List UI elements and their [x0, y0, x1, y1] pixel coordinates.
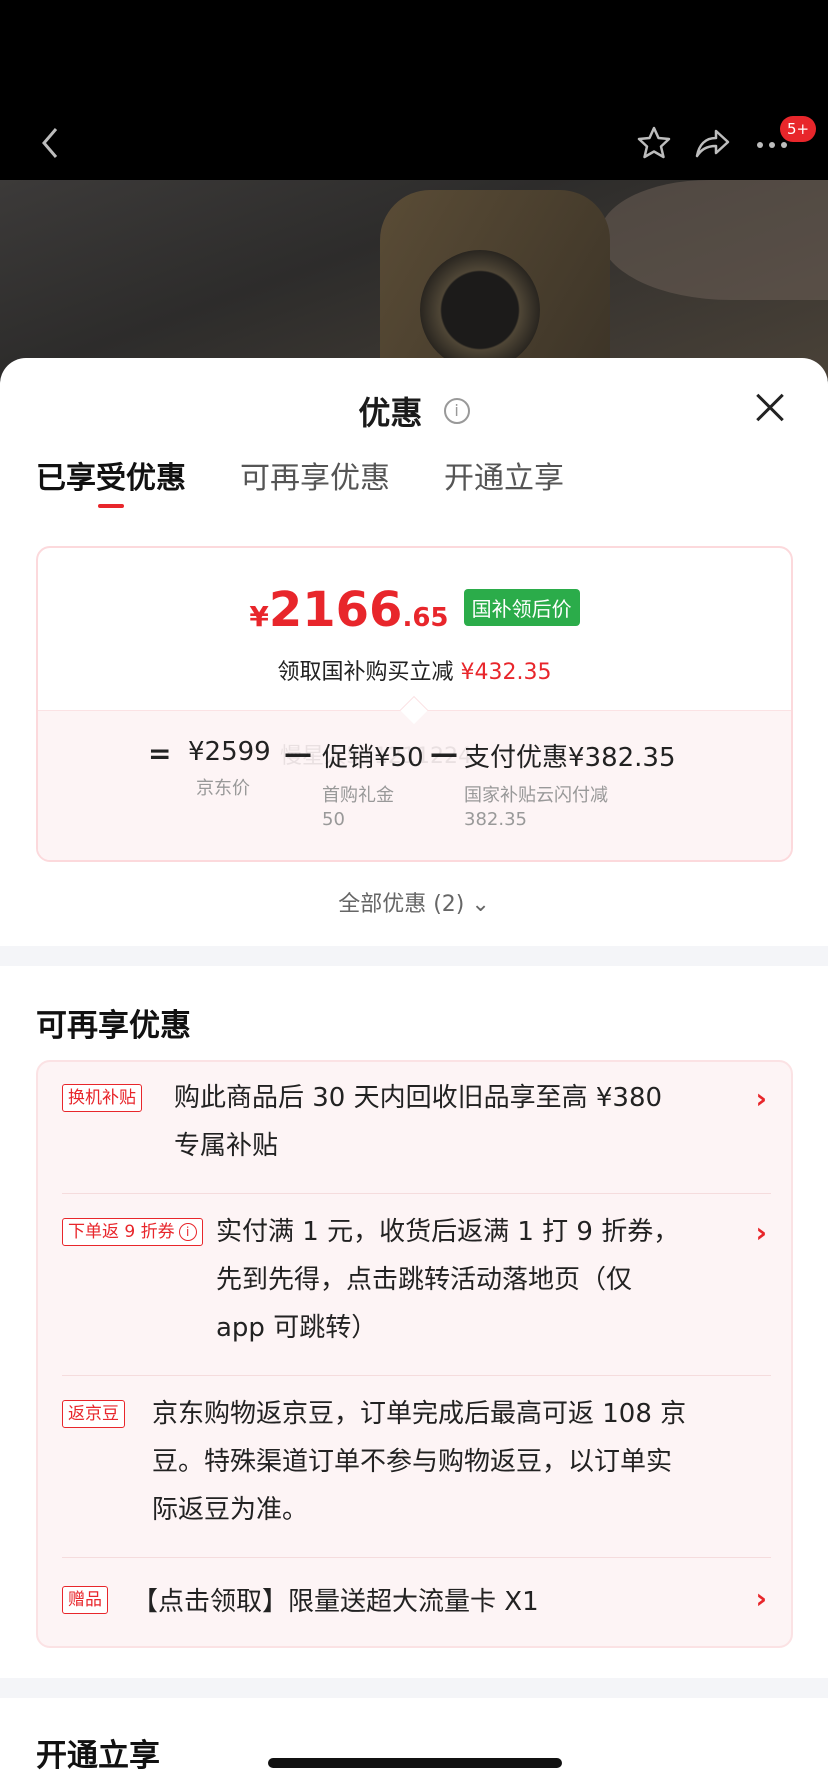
close-icon[interactable]: [748, 386, 792, 430]
tab-bar: 已享受优惠 可再享优惠 开通立享: [36, 458, 618, 518]
subsidy-price-badge: 国补领后价: [463, 589, 580, 626]
list-item[interactable]: 赠品 【点击领取】限量送超大流量卡 X1 ›: [62, 1558, 771, 1646]
final-price: ¥2166.65 国补领后价: [38, 582, 791, 638]
all-deals-toggle[interactable]: 全部优惠 (2) ⌄: [0, 886, 828, 918]
share-icon[interactable]: [694, 125, 732, 170]
deal-tag: 下单返 9 折券 i: [62, 1218, 203, 1246]
equals-sign: =: [148, 737, 172, 770]
more-deals-list: 换机补贴 购此商品后 30 天内回收旧品享至高 ¥380 专属补贴 › 下单返 …: [36, 1060, 793, 1648]
section-title-open-now: 开通立享: [36, 1738, 160, 1774]
favorite-star-icon[interactable]: [636, 125, 672, 170]
price-summary-card: ¥2166.65 国补领后价 领取国补购买立减 ¥432.35 = ¥2599 …: [36, 546, 793, 862]
discount-summary: 领取国补购买立减 ¥432.35: [277, 660, 552, 685]
home-indicator: [268, 1758, 562, 1768]
discount-amount: ¥432.35: [460, 660, 552, 685]
payment-discount-item: 支付优惠¥382.35 国家补贴云闪付减 382.35: [464, 743, 676, 830]
tab-open-now[interactable]: 开通立享: [444, 458, 564, 508]
jd-price-item: ¥2599 京东价: [188, 737, 271, 799]
tab-enjoyed[interactable]: 已享受优惠: [36, 458, 186, 508]
deal-tag: 返京豆: [62, 1400, 125, 1428]
product-image: [0, 180, 828, 380]
notification-badge: 5+: [780, 116, 816, 142]
sheet-title-text: 优惠: [358, 394, 423, 432]
section-title-more-deals: 可再享优惠: [36, 1008, 191, 1044]
list-item: 返京豆 京东购物返京豆，订单完成后最高可返 108 京 豆。特殊渠道订单不参与购…: [62, 1376, 771, 1558]
chevron-right-icon: ›: [755, 1082, 767, 1115]
watermark: 慢星人511211224: [280, 744, 472, 769]
list-item[interactable]: 下单返 9 折券 i 实付满 1 元，收货后返满 1 打 9 折券， 先到先得，点…: [62, 1194, 771, 1376]
sheet-title: 优惠 i: [0, 388, 828, 434]
price-breakdown: = ¥2599 京东价 — 促销¥50 首购礼金 50 — 支付优惠¥382.3…: [38, 710, 791, 860]
info-icon[interactable]: i: [443, 398, 470, 424]
deals-sheet: 优惠 i 已享受优惠 可再享优惠 开通立享 ¥2166.65 国补领后价 领取国…: [0, 358, 828, 1792]
deal-tag: 赠品: [62, 1586, 108, 1614]
info-icon[interactable]: i: [178, 1223, 197, 1241]
price-decimal: .65: [402, 603, 449, 633]
chevron-right-icon: ›: [755, 1582, 767, 1615]
list-item[interactable]: 换机补贴 购此商品后 30 天内回收旧品享至高 ¥380 专属补贴 ›: [62, 1062, 771, 1194]
tab-more-deals[interactable]: 可再享优惠: [240, 458, 390, 508]
back-button[interactable]: [38, 125, 62, 170]
price-integer: 2166: [268, 582, 403, 638]
deal-tag: 换机补贴: [62, 1084, 142, 1112]
chevron-right-icon: ›: [755, 1216, 767, 1249]
